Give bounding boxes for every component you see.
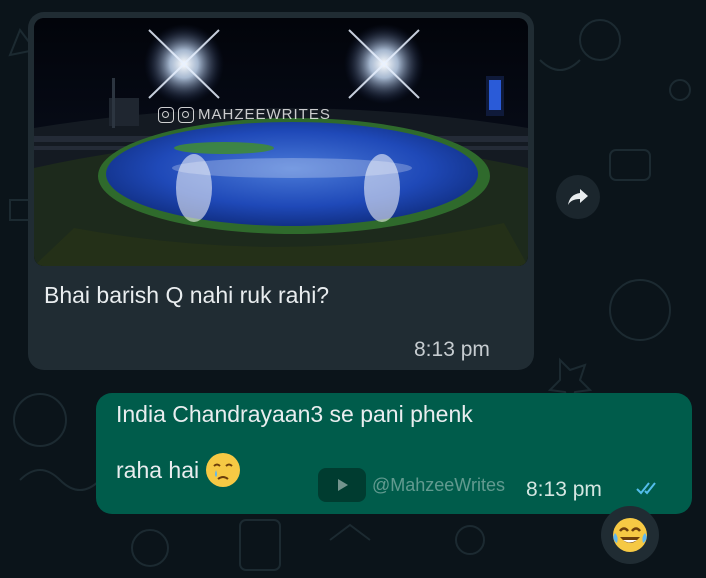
outgoing-message-text-line1: India Chandrayaan3 se pani phenk <box>116 401 473 427</box>
face-holding-back-tears-emoji <box>206 453 241 487</box>
outgoing-message-text-line2: raha hai <box>116 456 200 483</box>
face-with-tears-of-joy-icon <box>613 518 647 552</box>
photo-watermark: MAHZEEWRITES <box>158 106 331 123</box>
youtube-play-icon <box>318 468 366 502</box>
reaction-badge[interactable] <box>601 506 659 564</box>
photo-watermark-text: MAHZEEWRITES <box>198 106 331 123</box>
instagram-icon <box>178 106 194 123</box>
read-receipt-icon <box>636 482 656 495</box>
incoming-message-time: 8:13 pm <box>414 338 490 361</box>
youtube-watermark-text: @MahzeeWrites <box>372 474 505 495</box>
forward-icon <box>568 189 588 205</box>
forward-button[interactable] <box>556 175 600 219</box>
youtube-icon <box>158 106 174 123</box>
outgoing-message-time: 8:13 pm <box>526 478 602 501</box>
incoming-message-text: Bhai barish Q nahi ruk rahi? <box>44 282 330 308</box>
youtube-watermark: @MahzeeWrites <box>318 468 505 502</box>
stadium-photo[interactable] <box>34 18 528 266</box>
stadium-image <box>34 18 528 266</box>
